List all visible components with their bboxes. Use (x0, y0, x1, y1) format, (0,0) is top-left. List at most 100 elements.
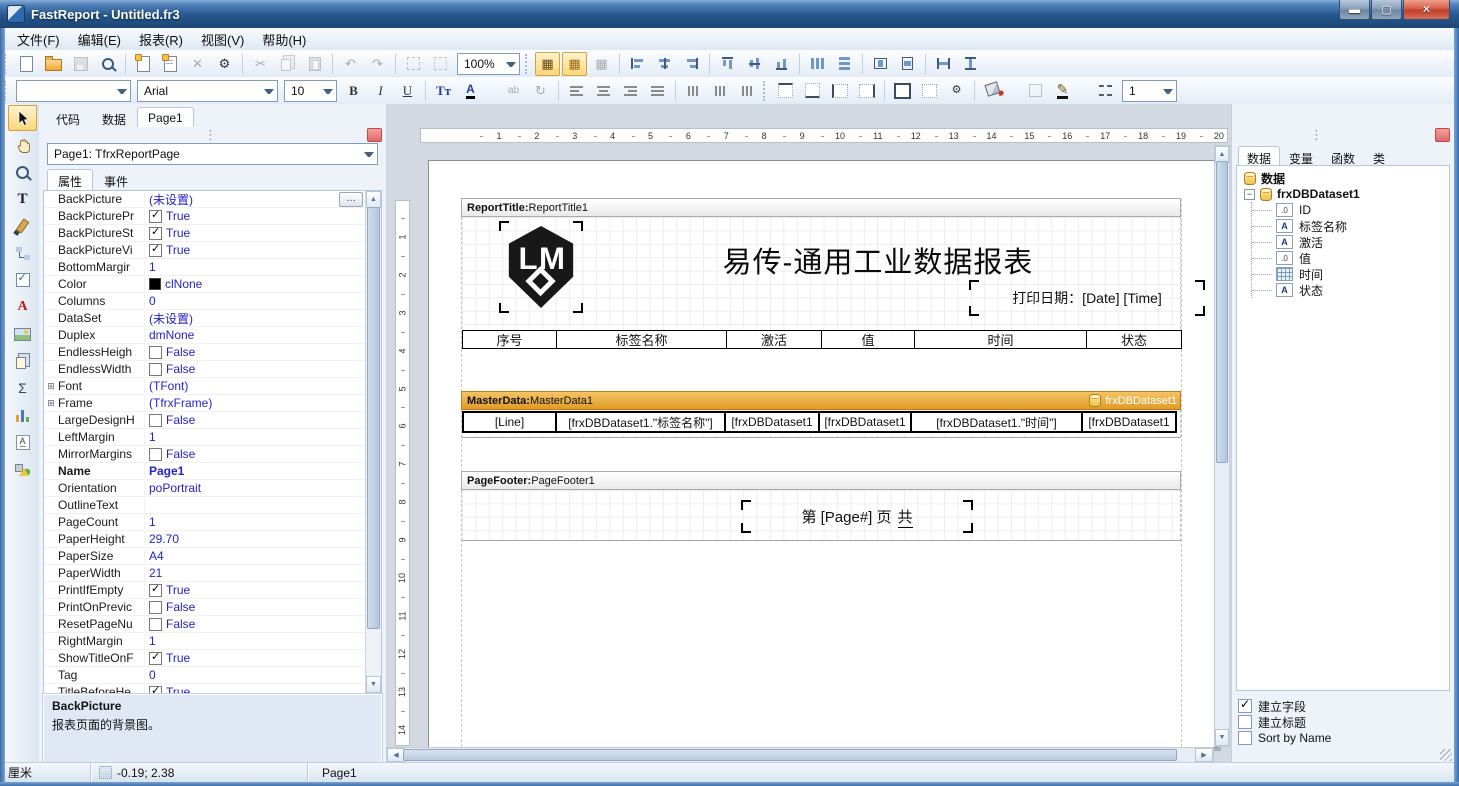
horizontal-scrollbar[interactable]: ◀ ▶ (386, 747, 1214, 763)
bold-button[interactable]: B (341, 79, 366, 103)
format-painter-tool[interactable] (8, 213, 37, 239)
property-value[interactable]: False (145, 362, 363, 376)
property-row[interactable]: PaperHeight 29.70 … (44, 531, 381, 548)
page-footer-band-body[interactable]: 第 [Page#] 页 共 (461, 490, 1181, 541)
checkbox-icon[interactable] (149, 584, 162, 597)
property-value[interactable]: False (145, 600, 363, 614)
text-align-left-button[interactable] (564, 79, 589, 103)
preview-button[interactable] (95, 52, 120, 76)
tree-field[interactable]: 标签名称 (1252, 218, 1447, 234)
underline-button[interactable]: U (395, 79, 420, 103)
property-row[interactable]: DataSet (未设置) … (44, 310, 381, 327)
property-row[interactable]: BackPictureVi True … (44, 242, 381, 259)
fill-color-button[interactable] (980, 79, 1005, 103)
property-row[interactable]: Frame (TfrxFrame) … (44, 395, 381, 412)
align-vertical-centers-button[interactable] (742, 52, 767, 76)
copy-button[interactable] (275, 52, 300, 76)
text-align-right-button[interactable] (618, 79, 643, 103)
vertical-scrollbar[interactable]: ▲ ▼ (1214, 145, 1230, 747)
design-canvas[interactable]: 1234567891011121314151617181920 12345678… (386, 104, 1232, 763)
property-value[interactable]: (未设置) (145, 310, 363, 327)
frame-top-button[interactable] (773, 79, 798, 103)
highlight-button[interactable]: ab (501, 79, 526, 103)
property-value[interactable]: clNone (145, 277, 363, 291)
property-value[interactable]: 29.70 (145, 532, 363, 546)
minimize-button[interactable]: ▬ (1339, 0, 1370, 20)
group-button[interactable] (401, 52, 426, 76)
checkbox-icon[interactable] (1238, 731, 1252, 745)
property-value[interactable]: 1 (145, 515, 363, 529)
checkbox-icon[interactable] (1238, 699, 1252, 713)
table-header-cell[interactable]: 时间 (914, 330, 1087, 349)
page-settings-button[interactable]: ⚙ (212, 52, 237, 76)
property-value[interactable]: 1 (145, 634, 363, 648)
font-name-select[interactable]: Arial (137, 80, 278, 102)
expand-icon[interactable] (44, 398, 58, 409)
property-row[interactable]: EndlessHeigh False … (44, 344, 381, 361)
property-row[interactable]: Color clNone … (44, 276, 381, 293)
table-header-cell[interactable]: 状态 (1086, 330, 1182, 349)
property-row[interactable]: PrintOnPrevic False … (44, 599, 381, 616)
paste-button[interactable] (302, 52, 327, 76)
snap-to-grid-button[interactable]: ▦ (562, 52, 587, 76)
inspector-tab[interactable]: 属性 (47, 169, 93, 192)
property-row[interactable]: BackPicturePr True … (44, 208, 381, 225)
property-value[interactable]: True (145, 226, 363, 240)
checkbox-icon[interactable] (149, 652, 162, 665)
frame-right-button[interactable] (854, 79, 879, 103)
property-value[interactable]: False (145, 617, 363, 631)
checkbox-icon[interactable] (149, 346, 162, 359)
property-row[interactable]: PaperSize A4 … (44, 548, 381, 565)
checkbox-icon[interactable] (149, 601, 162, 614)
hand-tool[interactable] (8, 132, 37, 158)
select-tool[interactable] (8, 105, 37, 131)
collapse-icon[interactable]: − (1244, 189, 1255, 200)
system-text-tool[interactable]: Σ (8, 375, 37, 401)
space-vertically-button[interactable] (832, 52, 857, 76)
property-row[interactable]: EndlessWidth False … (44, 361, 381, 378)
property-value[interactable]: Page1 (145, 464, 363, 478)
property-value[interactable]: (未设置) (145, 191, 339, 208)
tree-field[interactable]: 时间 (1252, 266, 1447, 282)
subreport-tool[interactable] (8, 348, 37, 374)
align-to-grid-button[interactable]: ▦ (589, 52, 614, 76)
scroll-down-button[interactable]: ▼ (366, 676, 381, 693)
property-value[interactable]: True (145, 583, 363, 597)
redo-button[interactable]: ↷ (365, 52, 390, 76)
ungroup-button[interactable] (428, 52, 453, 76)
master-data-band-body[interactable]: [Line] [frxDBDataset1."标签名称"] [frxDBData… (461, 410, 1181, 438)
maximize-button[interactable]: ▢ (1371, 0, 1402, 20)
checkbox-icon[interactable] (149, 363, 162, 376)
dock-close-button[interactable] (1435, 128, 1450, 142)
property-row[interactable]: ShowTitleOnF True … (44, 650, 381, 667)
page-footer-band-header[interactable]: PageFooter: PageFooter1 (461, 471, 1181, 490)
tree-field[interactable]: 状态 (1252, 282, 1447, 298)
resize-grip[interactable] (1440, 749, 1452, 761)
data-tree[interactable]: 数据 − frxDBDataset1 ID 标签名称 (1236, 165, 1450, 691)
property-row[interactable]: Tag 0 … (44, 667, 381, 684)
property-value[interactable]: False (145, 345, 363, 359)
option-checkbox[interactable]: 建立字段 (1238, 698, 1448, 714)
center-horizontally-in-band-button[interactable] (868, 52, 893, 76)
data-cell[interactable]: [frxDBDataset1 (818, 411, 912, 433)
undo-button[interactable]: ↶ (338, 52, 363, 76)
workspace-tab[interactable]: 代码 (45, 107, 91, 127)
checkbox-icon[interactable] (149, 686, 162, 695)
property-scrollbar[interactable]: ▲ ▼ (365, 191, 381, 693)
property-row[interactable]: ResetPageNu False … (44, 616, 381, 633)
center-vertically-in-band-button[interactable] (895, 52, 920, 76)
close-button[interactable]: ✕ (1403, 0, 1450, 20)
font-color-button[interactable]: A (458, 79, 483, 103)
checkbox-icon[interactable] (149, 448, 162, 461)
table-header-cell[interactable]: 标签名称 (556, 330, 727, 349)
property-value[interactable]: False (145, 447, 363, 461)
open-report-button[interactable] (41, 52, 66, 76)
property-row[interactable]: OutlineText … (44, 497, 381, 514)
logo-object[interactable]: L M (502, 224, 580, 310)
property-row[interactable]: Orientation poPortrait … (44, 480, 381, 497)
checkbox-icon[interactable] (149, 414, 162, 427)
same-height-button[interactable] (958, 52, 983, 76)
cut-button[interactable]: ✂ (248, 52, 273, 76)
frame-all-button[interactable] (890, 79, 915, 103)
report-page[interactable]: ReportTitle: ReportTitle1 L M 易传-通用工业数据报… (428, 160, 1218, 748)
